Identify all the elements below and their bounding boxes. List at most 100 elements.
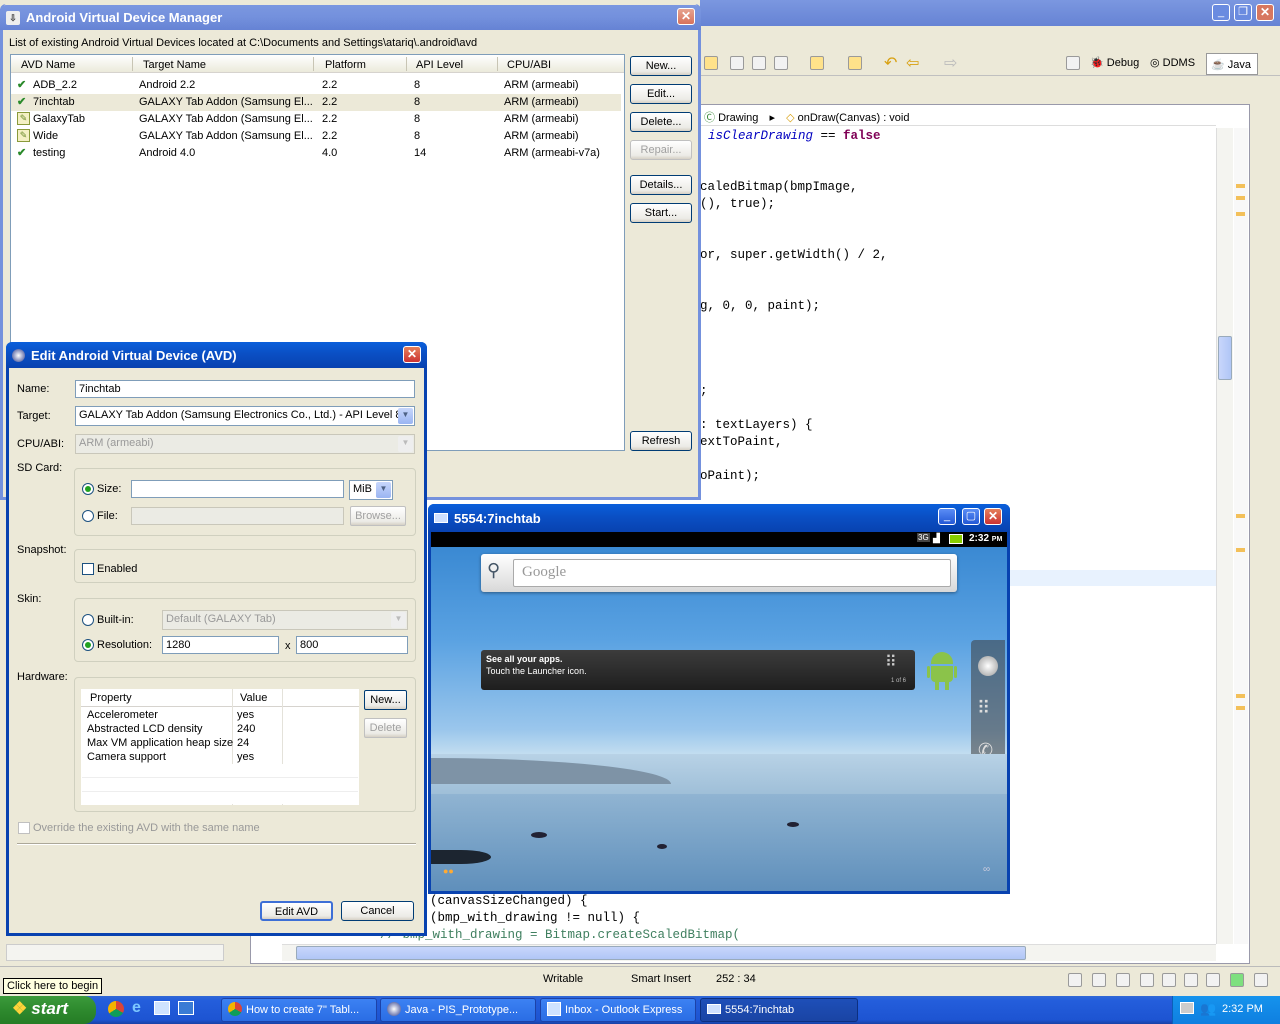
col-target-name[interactable]: Target Name	[143, 59, 206, 71]
google-search-widget[interactable]: ⚲ Google	[481, 554, 957, 592]
open-perspective-icon[interactable]	[1066, 56, 1080, 70]
resolution-width-input[interactable]: 1280	[162, 636, 279, 654]
col-api-level[interactable]: API Level	[416, 59, 463, 71]
size-radio[interactable]	[82, 483, 94, 495]
breadcrumb-method[interactable]: onDraw(Canvas) : void	[798, 112, 910, 124]
toolbar-tool-icon[interactable]	[704, 56, 718, 70]
edit-avd-button[interactable]: Edit AVD	[260, 901, 333, 921]
file-radio[interactable]	[82, 510, 94, 522]
eclipse-maximize-button[interactable]: ❐	[1234, 4, 1252, 21]
status-tray-icon[interactable]	[1116, 973, 1130, 987]
status-tray-icon[interactable]	[1092, 973, 1106, 987]
click-here-tooltip[interactable]: Click here to begin	[3, 978, 103, 994]
debug-perspective[interactable]: 🐞 Debug	[1090, 56, 1139, 69]
start-button[interactable]: ❖ start	[0, 996, 96, 1024]
taskbar-item-outlook[interactable]: Inbox - Outlook Express	[540, 998, 696, 1022]
code-line-comment[interactable]: // bmp_with_drawing = Bitmap.createScale…	[380, 928, 740, 942]
code-line[interactable]: or, super.getWidth() / 2,	[700, 248, 888, 262]
eclipse-minimize-button[interactable]: _	[1212, 4, 1230, 21]
hw-new-button[interactable]: New...	[364, 690, 407, 710]
emulator-maximize-button[interactable]: ▢	[962, 508, 980, 525]
taskbar-item-eclipse[interactable]: Java - PIS_Prototype...	[380, 998, 536, 1022]
search-icon[interactable]: ⚲	[487, 560, 500, 581]
col-cpu-abi[interactable]: CPU/ABI	[507, 59, 551, 71]
avd-refresh-button[interactable]: Refresh	[630, 431, 692, 451]
hw-col-value[interactable]: Value	[240, 692, 267, 704]
toolbar-tool-icon[interactable]	[848, 56, 862, 70]
snapshot-enabled-checkbox[interactable]	[82, 563, 94, 575]
status-tray-icon[interactable]	[1254, 973, 1268, 987]
ddms-perspective[interactable]: ◎ DDMS	[1150, 56, 1195, 69]
google-search-input[interactable]: Google	[513, 559, 951, 587]
network-tray-icon[interactable]	[1180, 1002, 1194, 1014]
back-arrow-icon[interactable]: ↶	[884, 53, 897, 73]
name-field[interactable]: 7inchtab	[75, 380, 415, 398]
editor-vertical-scrollbar[interactable]	[1216, 128, 1233, 944]
status-tray-icon[interactable]	[1068, 973, 1082, 987]
android-screen[interactable]: 3G ▟ 2:32 PM ⚲ Google See all your apps.…	[431, 532, 1007, 891]
table-row[interactable]: ✔ ADB_2.2 Android 2.2 2.2 8 ARM (armeabi…	[11, 77, 621, 94]
size-input[interactable]	[131, 480, 344, 498]
code-line[interactable]: caledBitmap(bmpImage,	[700, 180, 858, 194]
java-perspective[interactable]: ☕ Java	[1206, 53, 1258, 75]
status-tray-icon[interactable]	[1230, 973, 1244, 987]
avd-delete-button[interactable]: Delete...	[630, 112, 692, 132]
code-line[interactable]: extToPaint,	[700, 435, 783, 449]
eclipse-close-button[interactable]: ✕	[1256, 4, 1274, 21]
code-line[interactable]: (canvasSizeChanged) {	[430, 894, 588, 908]
status-tray-icon[interactable]	[1184, 973, 1198, 987]
avd-new-button[interactable]: New...	[630, 56, 692, 76]
outlook-quicklaunch-icon[interactable]	[154, 1001, 170, 1015]
left-panel-hscrollbar[interactable]	[6, 944, 224, 961]
emulator-minimize-button[interactable]: _	[938, 508, 956, 525]
table-row[interactable]: Camera support yes	[82, 750, 358, 764]
taskbar-item-chrome[interactable]: How to create 7" Tabl...	[221, 998, 377, 1022]
resolution-radio[interactable]	[82, 639, 94, 651]
avd-details-button[interactable]: Details...	[630, 175, 692, 195]
ie-quicklaunch-icon[interactable]: e	[132, 999, 141, 1017]
status-tray-icon[interactable]	[1206, 973, 1220, 987]
code-line[interactable]: ;	[700, 384, 708, 398]
toolbar-tool-icon[interactable]	[774, 56, 788, 70]
table-row-selected[interactable]: ✔ 7inchtab GALAXY Tab Addon (Samsung El.…	[11, 94, 621, 111]
hscroll-thumb[interactable]	[296, 946, 1026, 960]
table-row[interactable]: Abstracted LCD density 240	[82, 722, 358, 736]
avd-start-button[interactable]: Start...	[630, 203, 692, 223]
target-select[interactable]: GALAXY Tab Addon (Samsung Electronics Co…	[75, 406, 415, 426]
code-line-1[interactable]: isClearDrawing == false	[708, 129, 881, 143]
table-row[interactable]: ✔ testing Android 4.0 4.0 14 ARM (armeab…	[11, 145, 621, 162]
code-line[interactable]: g, 0, 0, paint);	[700, 299, 820, 313]
status-tray-icon[interactable]	[1140, 973, 1154, 987]
table-row[interactable]: Accelerometer yes	[82, 708, 358, 722]
user-tray-icon[interactable]: 👥	[1200, 1001, 1216, 1017]
code-line[interactable]: (), true);	[700, 197, 775, 211]
menu-dots-icon[interactable]: ∞	[983, 864, 990, 875]
notification-dots-icon[interactable]: ●●	[443, 866, 454, 876]
chrome-quicklaunch-icon[interactable]	[108, 1001, 124, 1017]
chevron-down-icon[interactable]: ▼	[398, 408, 413, 424]
resolution-height-input[interactable]: 800	[296, 636, 408, 654]
col-avd-name[interactable]: AVD Name	[21, 59, 75, 71]
edit-avd-close-button[interactable]: ✕	[403, 346, 421, 363]
breadcrumb-class[interactable]: Drawing	[718, 112, 758, 124]
cancel-button[interactable]: Cancel	[341, 901, 414, 921]
table-row[interactable]: ✎ GalaxyTab GALAXY Tab Addon (Samsung El…	[11, 111, 621, 128]
browser-globe-icon[interactable]	[978, 656, 998, 676]
builtin-radio[interactable]	[82, 614, 94, 626]
hw-col-property[interactable]: Property	[90, 692, 132, 704]
size-unit-select[interactable]: MiB ▼	[349, 480, 393, 500]
prev-arrow-icon[interactable]: ⇦	[906, 53, 919, 73]
col-platform[interactable]: Platform	[325, 59, 366, 71]
launcher-grid-icon[interactable]: ⠿	[977, 698, 990, 719]
table-row[interactable]: Max VM application heap size 24	[82, 736, 358, 750]
toolbar-tool-icon[interactable]	[752, 56, 766, 70]
status-tray-icon[interactable]	[1162, 973, 1176, 987]
scroll-thumb[interactable]	[1218, 336, 1232, 380]
avd-manager-close-button[interactable]: ✕	[677, 8, 695, 25]
desktop-quicklaunch-icon[interactable]	[178, 1001, 194, 1015]
code-line[interactable]: (bmp_with_drawing != null) {	[430, 911, 640, 925]
toolbar-tool-icon[interactable]	[810, 56, 824, 70]
editor-horizontal-scrollbar[interactable]	[282, 944, 1216, 961]
code-line[interactable]: oPaint);	[700, 469, 760, 483]
avd-edit-button[interactable]: Edit...	[630, 84, 692, 104]
